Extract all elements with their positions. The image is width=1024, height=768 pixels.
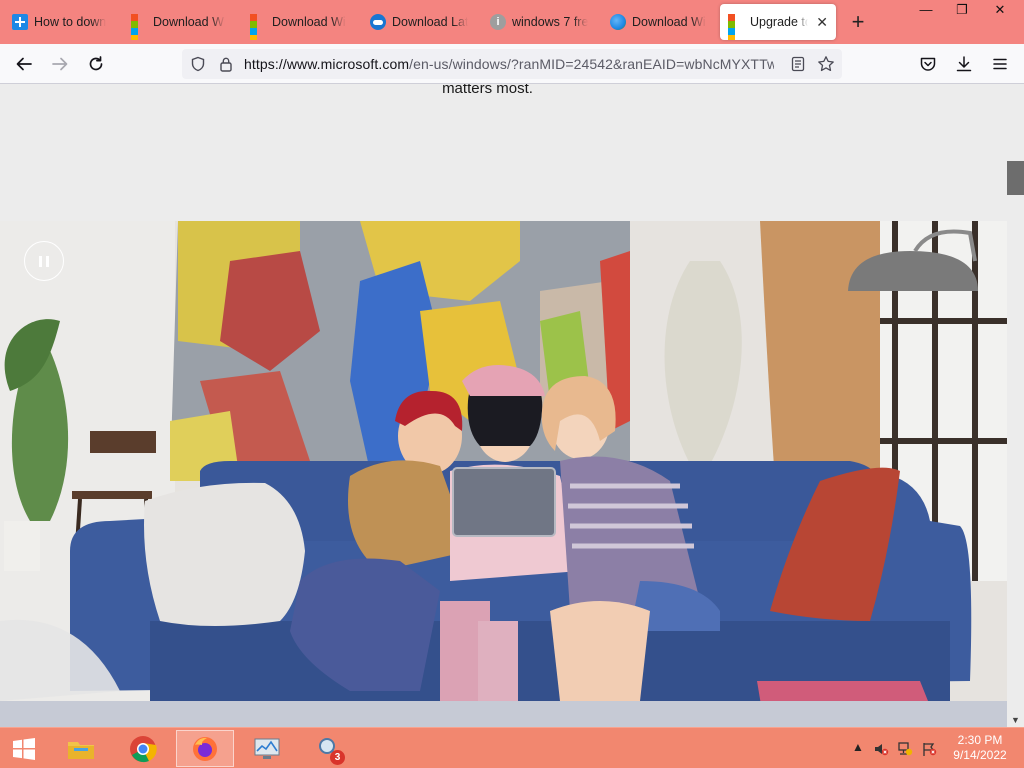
url-host: https://www.microsoft.com — [244, 56, 410, 72]
tab-label: Download Lat — [392, 15, 468, 29]
reload-icon — [89, 56, 103, 71]
windows-logo-icon — [13, 737, 35, 760]
action-center-flag-icon[interactable] — [921, 741, 937, 757]
pocket-button[interactable] — [914, 50, 942, 78]
download-icon — [956, 56, 972, 72]
taskbar-file-explorer[interactable] — [52, 730, 110, 767]
tab-download-windows-3[interactable]: Download Wi — [602, 4, 714, 40]
new-tab-button[interactable]: + — [846, 8, 870, 36]
microsoft-logo-icon — [728, 14, 744, 40]
system-clock[interactable]: 2:30 PM 9/14/2022 — [948, 733, 1012, 763]
close-window-button[interactable]: ✕ — [980, 0, 1020, 22]
restore-window-button[interactable]: ❐ — [944, 0, 980, 22]
microsoft-logo-icon — [250, 14, 266, 40]
intro-text: matters most. — [0, 84, 1007, 97]
tab-download-latest[interactable]: Download Lat — [362, 4, 476, 40]
tab-label: Download Wi — [153, 15, 225, 29]
bookmark-star-icon[interactable] — [817, 55, 835, 73]
pause-video-button[interactable] — [24, 241, 64, 281]
pause-icon-bar — [39, 255, 42, 267]
monitor-icon — [254, 738, 280, 759]
url-path: /en-us/windows/?ranMID=24542&ranEAID=wbN… — [409, 56, 774, 72]
tab-label: windows 7 fre — [512, 15, 588, 29]
close-tab-icon[interactable]: ✕ — [816, 14, 828, 31]
network-icon[interactable] — [897, 741, 913, 757]
tab-label: Download Wi — [632, 15, 706, 29]
vertical-scrollbar[interactable]: ▼ — [1007, 84, 1024, 727]
chrome-icon — [130, 735, 157, 762]
tab-label: How to downl — [34, 15, 106, 29]
start-button[interactable] — [0, 730, 48, 767]
clock-date: 9/14/2022 — [953, 748, 1007, 762]
url-text[interactable]: https://www.microsoft.com/en-us/windows/… — [244, 56, 774, 72]
info-icon: i — [490, 14, 506, 30]
arrow-left-icon — [16, 57, 32, 71]
pause-icon-bar — [46, 255, 49, 267]
minimize-window-button[interactable]: — — [908, 0, 944, 22]
back-button[interactable] — [10, 50, 38, 78]
shield-icon[interactable] — [190, 56, 206, 72]
tab-label: Download Wi — [272, 15, 346, 29]
address-bar[interactable]: https://www.microsoft.com/en-us/windows/… — [182, 49, 842, 79]
taskbar-network-app[interactable]: 3 — [300, 730, 358, 767]
downloads-button[interactable] — [950, 50, 978, 78]
show-hidden-icons-button[interactable]: ▲ — [852, 740, 864, 754]
volume-muted-icon[interactable] — [873, 741, 889, 757]
reload-button[interactable] — [82, 50, 110, 78]
navigation-toolbar: https://www.microsoft.com/en-us/windows/… — [0, 44, 1024, 84]
tab-how-to-download[interactable]: How to downl — [4, 4, 114, 40]
notification-badge: 3 — [330, 750, 345, 765]
hero-image — [0, 221, 1007, 727]
arrow-right-icon — [52, 57, 68, 71]
app-menu-button[interactable] — [986, 50, 1014, 78]
hero-video[interactable] — [0, 221, 1007, 727]
firefox-icon — [193, 736, 217, 761]
hamburger-menu-icon — [993, 58, 1007, 70]
tab-download-windows-2[interactable]: Download Wi — [242, 4, 354, 40]
folder-icon — [68, 741, 94, 759]
microsoft-logo-icon — [131, 14, 147, 40]
tab-upgrade-to[interactable]: Upgrade to ✕ — [720, 4, 836, 40]
taskbar-firefox[interactable] — [176, 730, 234, 767]
pocket-icon — [920, 57, 936, 71]
forward-button[interactable] — [46, 50, 74, 78]
reader-view-icon[interactable] — [790, 56, 806, 72]
cloud-app-icon — [370, 14, 386, 30]
globe-icon — [610, 14, 626, 30]
clock-time: 2:30 PM — [957, 733, 1003, 747]
taskbar: 3 ▲ 2:30 PM 9/14/2022 — [0, 727, 1024, 768]
page-viewport: matters most. — [0, 84, 1007, 727]
scroll-down-arrow-icon[interactable]: ▼ — [1011, 715, 1020, 725]
taskbar-chrome[interactable] — [114, 730, 172, 767]
taskbar-resource-monitor[interactable] — [238, 730, 296, 767]
scrollbar-thumb[interactable] — [1007, 161, 1024, 195]
lock-icon[interactable] — [219, 56, 233, 72]
tab-windows-7-free[interactable]: i windows 7 fre — [482, 4, 596, 40]
tab-label: Upgrade to — [750, 15, 809, 29]
intro-text-line: matters most. — [442, 84, 533, 97]
tab-bar: How to downl Download Wi Download Wi Dow… — [0, 0, 1024, 44]
plus-app-icon — [12, 14, 28, 30]
tab-download-windows-1[interactable]: Download Wi — [123, 4, 233, 40]
